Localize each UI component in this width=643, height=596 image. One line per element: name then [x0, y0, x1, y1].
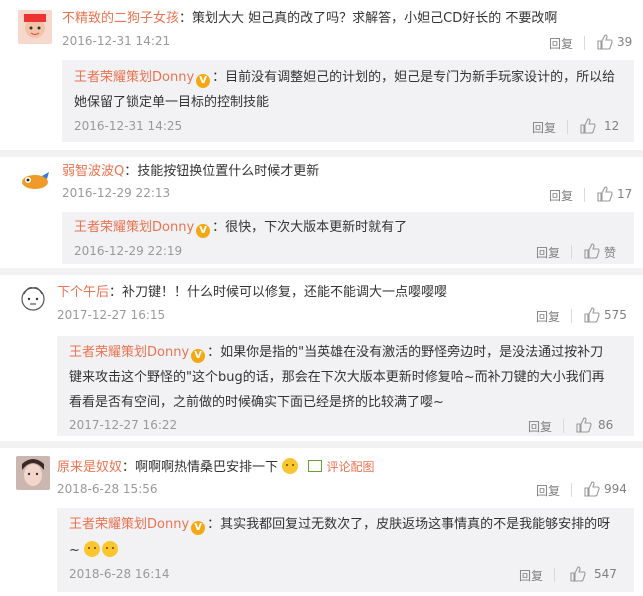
- comment-text: 弱智波波Q：技能按钮换位置什么时候才更新: [62, 163, 319, 181]
- like-count: 赞: [604, 246, 617, 260]
- divider: [567, 120, 568, 134]
- comment-image-link[interactable]: 评论配图: [326, 460, 374, 474]
- verified-badge-icon: V: [191, 349, 206, 363]
- thumbs-up-icon[interactable]: [597, 34, 613, 50]
- smiling-emoji-icon: [84, 541, 101, 557]
- like-count: 994: [604, 482, 627, 496]
- timestamp: 2016-12-31 14:21: [62, 34, 171, 48]
- thumbs-up-icon[interactable]: [584, 243, 600, 259]
- colon: ：: [179, 11, 193, 26]
- thumbs-up-icon[interactable]: [584, 481, 600, 497]
- divider: [563, 419, 564, 433]
- reply-text: 王者荣耀策划Donny V ：如果你是指的"当英雄在没有激活的野怪旁边时，是没法通过…: [69, 344, 603, 363]
- verified-badge-icon: V: [196, 74, 211, 88]
- reply-body: 目前没有调整妲己的计划的，妲己是专门为新手玩家设计的，所以给: [225, 70, 616, 85]
- username[interactable]: 原来是奴奴: [57, 460, 122, 475]
- avatar[interactable]: [18, 164, 52, 198]
- like-count: 17: [617, 187, 633, 201]
- reply-timestamp: 2018-6-28 16:14: [69, 567, 170, 581]
- smiling-emoji-icon: [102, 541, 119, 557]
- separator: [0, 268, 643, 275]
- username[interactable]: 弱智波波Q: [62, 164, 124, 179]
- divider: [571, 309, 572, 323]
- reply-button[interactable]: 回复: [532, 119, 556, 136]
- reply-body-line2: ~: [69, 541, 119, 560]
- reply-button[interactable]: 回复: [528, 418, 552, 435]
- colon: ：: [212, 70, 226, 85]
- reply-text: 王者荣耀策划Donny V ：其实我都回复过无数次了，皮肤返场这事情真的不是我能够安…: [69, 516, 610, 535]
- separator: [0, 441, 643, 448]
- thumbs-up-icon[interactable]: [580, 118, 596, 134]
- comment-text: 不精致的二狗子女孩：策划大大 妲己真的改了吗？求解答，小妲己CD好长的 不要改啊: [62, 10, 557, 28]
- reply-button[interactable]: 回复: [549, 35, 573, 52]
- colon: ：: [212, 220, 226, 235]
- avatar[interactable]: [16, 456, 50, 490]
- thumbs-up-icon[interactable]: [584, 307, 600, 323]
- thumbs-up-icon[interactable]: [597, 186, 613, 202]
- reply-username[interactable]: 王者荣耀策划Donny: [69, 517, 189, 532]
- reply-username[interactable]: 王者荣耀策划Donny: [74, 220, 194, 235]
- verified-badge-icon: V: [191, 521, 206, 535]
- reply-username[interactable]: 王者荣耀策划Donny: [74, 70, 194, 85]
- reply-button[interactable]: 回复: [536, 482, 560, 499]
- divider: [554, 568, 555, 582]
- reply-body-line2: 键来攻击这个野怪的"这个bug的话，那会在下次大版本更新时修复哈~而补刀键的大小…: [69, 370, 605, 385]
- reply-button[interactable]: 回复: [536, 308, 560, 325]
- reply-timestamp: 2016-12-29 22:19: [74, 244, 183, 258]
- avatar[interactable]: [18, 10, 52, 44]
- reply-timestamp: 2017-12-27 16:22: [69, 418, 178, 432]
- timestamp: 2016-12-29 22:13: [62, 186, 171, 200]
- reply-username[interactable]: 王者荣耀策划Donny: [69, 345, 189, 360]
- image-icon: [308, 460, 323, 472]
- reply-button[interactable]: 回复: [519, 567, 543, 584]
- separator: [0, 150, 643, 157]
- comment-text: 原来是奴奴：啊啊啊热情桑巴安排一下 评论配图: [57, 458, 374, 477]
- like-count: 39: [617, 35, 633, 49]
- like-count: 12: [604, 119, 620, 133]
- username[interactable]: 下个午后: [57, 285, 109, 300]
- reply-timestamp: 2016-12-31 14:25: [74, 119, 183, 133]
- reply-button[interactable]: 回复: [536, 244, 560, 261]
- crying-emoji-icon: [282, 458, 299, 474]
- comment-body: 策划大大 妲己真的改了吗？求解答，小妲己CD好长的 不要改啊: [192, 11, 558, 26]
- comment-body: 技能按钮换位置什么时候才更新: [137, 164, 320, 179]
- comment-text: 下个午后：补刀键！！什么时候可以修复，还能不能调大一点嘤嘤嘤: [57, 284, 447, 302]
- reply-body: 如果你是指的"当英雄在没有激活的野怪旁边时，是没法通过按补刀: [220, 345, 604, 360]
- comment-body: 啊啊啊热情桑巴安排一下: [135, 460, 279, 475]
- verified-badge-icon: V: [196, 224, 211, 238]
- divider: [571, 245, 572, 259]
- colon: ：: [207, 345, 221, 360]
- divider: [571, 483, 572, 497]
- reply-text: 王者荣耀策划Donny V ：很快，下次大版本更新时就有了: [74, 219, 407, 238]
- divider: [584, 188, 585, 202]
- colon: ：: [124, 164, 138, 179]
- reply-text: 王者荣耀策划Donny V ：目前没有调整妲己的计划的，妲己是专门为新手玩家设计的，…: [74, 69, 615, 88]
- like-count: 86: [598, 418, 614, 432]
- username[interactable]: 不精致的二狗子女孩: [62, 11, 179, 26]
- timestamp: 2017-12-27 16:15: [57, 308, 166, 322]
- reply-body-line2: 她保留了锁定单一目标的控制技能: [74, 95, 270, 110]
- timestamp: 2018-6-28 15:56: [57, 482, 158, 496]
- colon: ：: [122, 460, 136, 475]
- reply-body: 很快，下次大版本更新时就有了: [225, 220, 408, 235]
- reply-button[interactable]: 回复: [549, 187, 573, 204]
- thumbs-up-icon[interactable]: [570, 566, 586, 582]
- comment-body: 补刀键！！什么时候可以修复，还能不能调大一点嘤嘤嘤: [122, 285, 448, 300]
- colon: ：: [207, 517, 221, 532]
- tilde-text: ~: [69, 543, 80, 558]
- reply-body-line3: 看看是否有空间，之前做的时候确实下面已经是挤的比较满了嘤~: [69, 395, 444, 410]
- colon: ：: [109, 285, 123, 300]
- like-count: 575: [604, 308, 627, 322]
- divider: [584, 36, 585, 50]
- reply-body: 其实我都回复过无数次了，皮肤返场这事情真的不是我能够安排的呀: [220, 517, 611, 532]
- avatar[interactable]: [16, 282, 50, 316]
- like-count: 547: [594, 567, 617, 581]
- thumbs-up-icon[interactable]: [576, 417, 592, 433]
